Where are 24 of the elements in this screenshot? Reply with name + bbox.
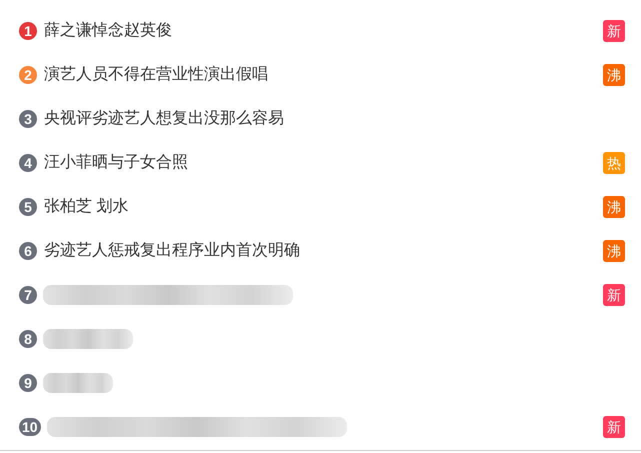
topic-link[interactable]: 演艺人员不得在营业性演出假唱 (44, 63, 268, 87)
hot-tag: 新 (603, 284, 625, 306)
hot-tag: 新 (603, 20, 625, 42)
topic-link[interactable]: 汪小菲晒与子女合照 (44, 151, 188, 175)
blurred-text (43, 373, 113, 393)
rank-number: 7 (19, 286, 37, 304)
hot-tag: 沸 (603, 64, 625, 86)
rank-number: 4 (19, 154, 37, 172)
rank-number: 8 (19, 330, 37, 348)
rank-number: 2 (19, 66, 37, 84)
topic-link[interactable]: 张柏芝 划水 (44, 195, 128, 219)
rank-number: 3 (19, 110, 37, 128)
rank-number: 6 (19, 242, 37, 260)
topic-link[interactable]: 薛之谦悼念赵英俊 (44, 19, 172, 43)
hot-tag: 新 (603, 416, 625, 438)
topic-link[interactable]: 劣迹艺人惩戒复出程序业内首次明确 (44, 239, 300, 263)
rank-number: 9 (19, 374, 37, 392)
hot-tag: 沸 (603, 240, 625, 262)
topic-link[interactable]: 央视评劣迹艺人想复出没那么容易 (44, 107, 284, 131)
rank-number: 10 (19, 418, 41, 436)
hot-tag: 沸 (603, 196, 625, 218)
rank-number: 5 (19, 198, 37, 216)
rank-number: 1 (19, 22, 37, 40)
hot-tag: 热 (603, 152, 625, 174)
